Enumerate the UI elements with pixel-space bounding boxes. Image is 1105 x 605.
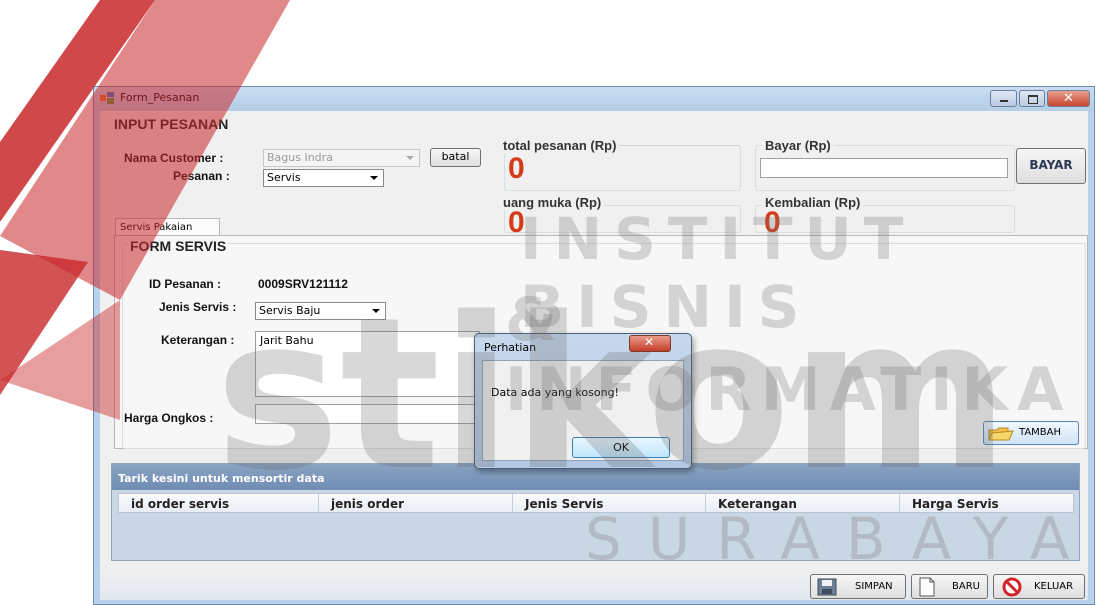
close-icon: ✕ [1063, 91, 1074, 106]
folder-add-icon [988, 427, 1014, 441]
column-jenis-order[interactable]: jenis order [319, 494, 513, 512]
tab-servis-pakaian[interactable]: Servis Pakaian [115, 218, 220, 236]
customer-value: Bagus Indra [267, 151, 333, 164]
tambah-label: TAMBAH [1019, 427, 1062, 438]
bayar-input[interactable] [760, 158, 1008, 178]
pesanan-combo[interactable]: Servis [263, 169, 384, 187]
pesanan-value: Servis [267, 171, 301, 184]
tambah-button[interactable]: TAMBAH [983, 421, 1079, 445]
title-bar: Form_Pesanan ✕ [94, 87, 1094, 111]
kembalian-value: 0 [764, 206, 781, 239]
column-keterangan[interactable]: Keterangan [706, 494, 900, 512]
batal-button[interactable]: batal [430, 148, 481, 167]
grid-column-header: id order servis jenis order Jenis Servis… [118, 493, 1074, 513]
chevron-down-icon [370, 176, 378, 180]
close-icon: ✕ [644, 335, 655, 349]
customer-label: Nama Customer : [124, 151, 224, 165]
grid-group-text: Tarik kesini untuk mensortir data [118, 472, 325, 485]
window-title: Form_Pesanan [120, 91, 200, 104]
total-pesanan-title: total pesanan (Rp) [500, 138, 620, 153]
jenis-servis-combo[interactable]: Servis Baju [255, 302, 386, 320]
harga-ongkos-label: Harga Ongkos : [124, 411, 214, 425]
id-pesanan-value: 0009SRV121112 [258, 277, 348, 291]
dialog-title: Perhatian [484, 341, 537, 354]
simpan-label: SIMPAN [855, 581, 893, 592]
close-button[interactable]: ✕ [1047, 90, 1090, 107]
jenis-servis-value: Servis Baju [259, 304, 321, 317]
baru-button[interactable]: BARU [911, 574, 988, 599]
dialog-close-button[interactable]: ✕ [629, 335, 671, 352]
dialog-message: Data ada yang kosong! [491, 386, 619, 399]
perhatian-dialog: Perhatian ✕ Data ada yang kosong! OK [474, 333, 692, 469]
new-document-icon [919, 577, 935, 597]
tab-label: Servis Pakaian [120, 222, 193, 233]
form-icon [100, 92, 114, 104]
form-servis-title: FORM SERVIS [128, 238, 229, 254]
baru-label: BARU [952, 581, 980, 592]
column-jenis-servis[interactable]: Jenis Servis [513, 494, 706, 512]
simpan-button[interactable]: SIMPAN [810, 574, 906, 599]
minimize-button[interactable] [990, 90, 1017, 107]
jenis-servis-label: Jenis Servis : [159, 300, 237, 314]
keluar-label: KELUAR [1034, 581, 1074, 592]
chevron-down-icon [372, 309, 380, 313]
keluar-button[interactable]: KELUAR [993, 574, 1085, 599]
maximize-button[interactable] [1019, 90, 1045, 107]
page-title: INPUT PESANAN [114, 116, 229, 132]
column-harga-servis[interactable]: Harga Servis [900, 494, 1073, 512]
bayar-button[interactable]: BAYAR [1016, 148, 1086, 184]
uang-muka-value: 0 [508, 206, 525, 239]
order-servis-grid[interactable]: Tarik kesini untuk mensortir data id ord… [111, 463, 1080, 561]
column-id-order-servis[interactable]: id order servis [119, 494, 319, 512]
dialog-body: Data ada yang kosong! OK [482, 360, 684, 461]
ok-button[interactable]: OK [572, 437, 670, 458]
bayar-title: Bayar (Rp) [762, 138, 834, 153]
total-pesanan-value: 0 [508, 152, 525, 185]
keterangan-label: Keterangan : [161, 333, 235, 347]
harga-ongkos-input[interactable] [255, 404, 480, 424]
keterangan-textarea[interactable]: Jarit Bahu [255, 331, 480, 397]
pesanan-label: Pesanan : [173, 169, 230, 183]
customer-combo[interactable]: Bagus Indra [263, 149, 420, 167]
chevron-down-icon [406, 156, 414, 160]
save-icon [817, 578, 837, 596]
exit-icon [1002, 577, 1022, 597]
id-pesanan-label: ID Pesanan : [149, 277, 222, 291]
